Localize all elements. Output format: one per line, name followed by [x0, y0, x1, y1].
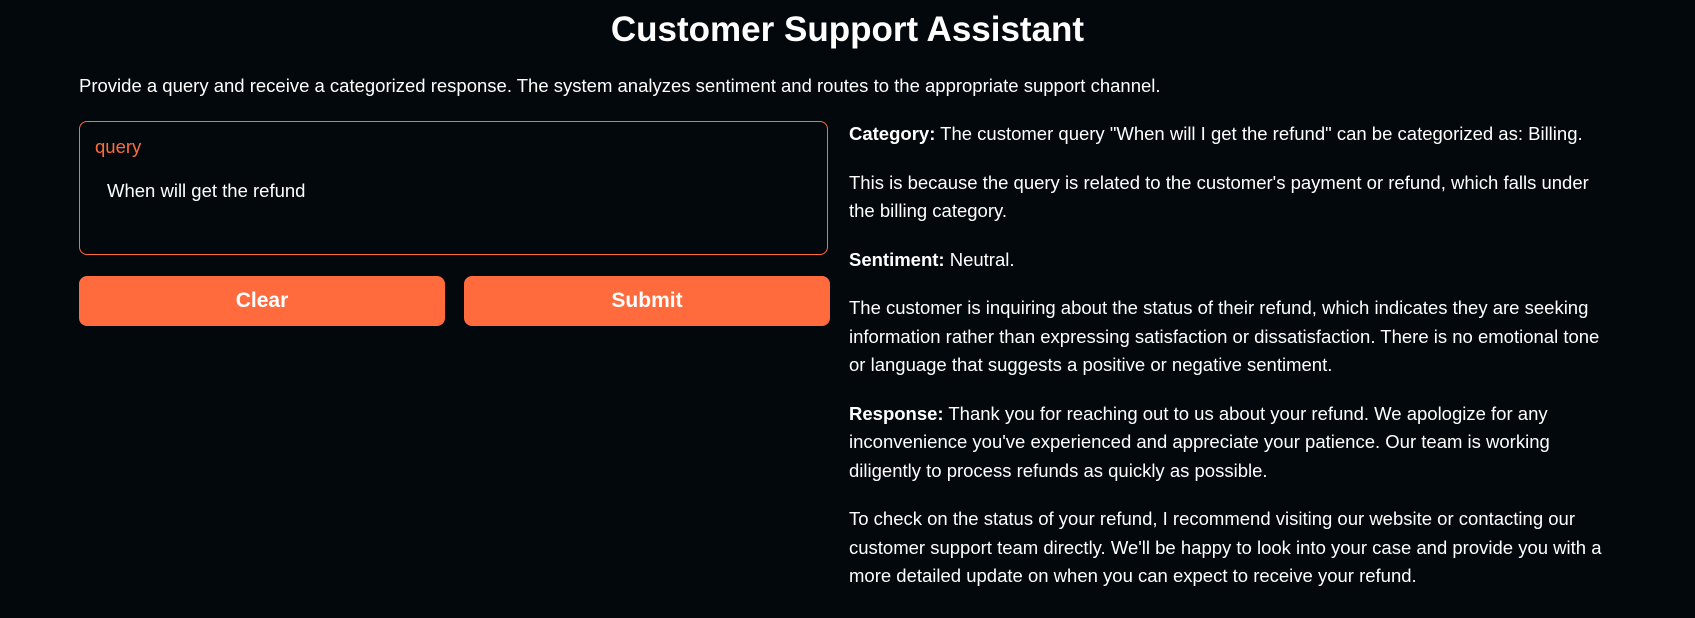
- response-output: Category: The customer query "When will …: [849, 120, 1609, 611]
- query-input[interactable]: When will get the refund: [94, 167, 809, 237]
- category-text: The customer query "When will I get the …: [935, 123, 1583, 144]
- category-label: Category:: [849, 123, 936, 144]
- clear-button[interactable]: Clear: [79, 276, 445, 326]
- category-reason: This is because the query is related to …: [849, 171, 1589, 222]
- app-page: Customer Support Assistant Provide a que…: [0, 0, 1695, 618]
- response-text: Thank you for reaching out to us about y…: [849, 402, 1550, 481]
- response-label: Response:: [849, 402, 944, 424]
- query-field-container: query When will get the refund: [79, 121, 828, 255]
- sentiment-label: Sentiment:: [849, 248, 945, 270]
- sentiment-paragraph: Sentiment: Neutral.: [849, 246, 1609, 275]
- page-description: Provide a query and receive a categorize…: [79, 75, 1161, 96]
- sentiment-reason: The customer is inquiring about the stat…: [849, 297, 1600, 375]
- query-label: query: [95, 136, 142, 157]
- submit-button[interactable]: Submit: [464, 276, 830, 326]
- response-followup: To check on the status of your refund, I…: [849, 508, 1602, 586]
- page-title: Customer Support Assistant: [610, 10, 1085, 49]
- sentiment-text: Neutral.: [944, 248, 1015, 270]
- response-paragraph: Response: Thank you for reaching out to …: [849, 400, 1609, 486]
- category-paragraph: Category: The customer query "When will …: [849, 120, 1609, 149]
